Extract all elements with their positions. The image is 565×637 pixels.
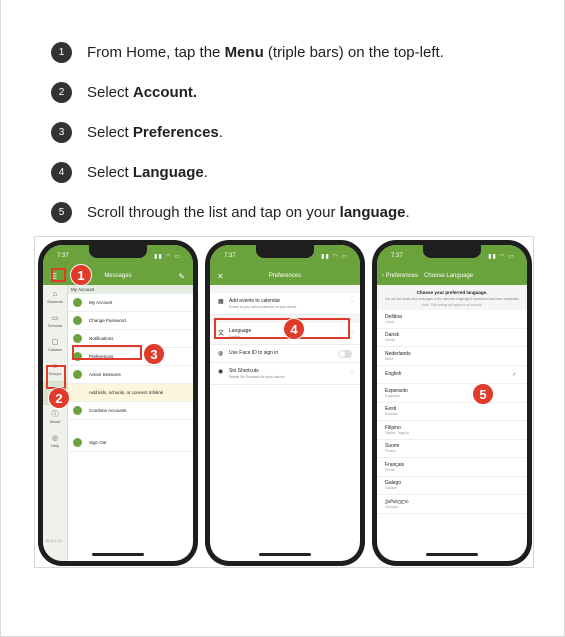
language-item[interactable]: Français French bbox=[377, 458, 527, 477]
face-id-toggle[interactable] bbox=[338, 350, 352, 358]
nav-bar: ‹ Preferences Choose Language bbox=[377, 267, 527, 285]
step-number: 1 bbox=[51, 41, 72, 63]
add-kids-banner[interactable]: Add kids, schools, or connect Infolink bbox=[68, 384, 193, 402]
step-text: Select Language. bbox=[87, 163, 208, 181]
home-indicator bbox=[259, 553, 311, 556]
status-time: 7:37 bbox=[224, 253, 236, 259]
step-text: Scroll through the list and tap on your … bbox=[87, 203, 410, 221]
status-time: 7:37 bbox=[57, 253, 69, 259]
step-text: Select Preferences. bbox=[87, 123, 223, 141]
sidebar-item-help[interactable]: ◎ Help bbox=[43, 429, 67, 453]
sidebar-item-classes[interactable]: ▢ Classes bbox=[43, 333, 67, 357]
highlight-language bbox=[214, 318, 350, 339]
status-time: 7:37 bbox=[391, 253, 403, 259]
face-id-icon: ◍ bbox=[218, 351, 224, 357]
step-2: 2 Select Account. bbox=[51, 72, 531, 112]
step-list: 1 From Home, tap the Menu (triple bars) … bbox=[51, 32, 531, 232]
phone-preferences-screen: 7:37 ▮▮ ◠ ▭ ✕ Preferences ▦ Add events t… bbox=[205, 240, 365, 566]
account-menu: My Account My Account Change Password No… bbox=[68, 285, 193, 561]
menu-item-my-account[interactable]: My Account bbox=[68, 294, 193, 312]
chevron-right-icon: › bbox=[351, 329, 353, 335]
nav-title: Choose Language bbox=[424, 273, 474, 279]
sidebar-item-schools[interactable]: ▭ Schools bbox=[43, 309, 67, 333]
siri-icon: ◉ bbox=[218, 369, 224, 375]
menu-item-sign-out[interactable]: Sign Out bbox=[68, 434, 193, 452]
sidebar-item-students[interactable]: ⌂ Students bbox=[43, 285, 67, 309]
language-item[interactable]: Galego Galician bbox=[377, 477, 527, 495]
calendar-icon: ▦ bbox=[218, 299, 224, 305]
close-icon[interactable]: ✕ bbox=[217, 272, 224, 281]
signal-icon: ▮▮ ◠ ▭ bbox=[488, 253, 515, 260]
step-3: 3 Select Preferences. bbox=[51, 112, 531, 152]
step-number: 4 bbox=[51, 161, 72, 183]
pref-row-face-id[interactable]: ◍ Use Face ID to sign in bbox=[210, 345, 360, 363]
callout-badge-5: 5 bbox=[472, 383, 494, 405]
language-item-selected[interactable]: English ✓ bbox=[377, 366, 527, 384]
phone-language-screen: 7:37 ▮▮ ◠ ▭ ‹ Preferences Choose Languag… bbox=[372, 240, 532, 566]
sessions-icon bbox=[73, 370, 82, 379]
callout-badge-1: 1 bbox=[70, 264, 92, 286]
highlight-preferences bbox=[72, 345, 142, 360]
phone-menu-screen: 7:37 ▮▮ ◠ ▭ ☰ Messages ✎ ⌂ Students ▭ Scho… bbox=[38, 240, 198, 566]
pref-row-siri[interactable]: ◉ Siri Shortcuts Enable Siri Shortcuts fo… bbox=[210, 363, 360, 385]
nav-title: Preferences bbox=[268, 273, 302, 279]
screenshot-figure: 7:37 ▮▮ ◠ ▭ ☰ Messages ✎ ⌂ Students ▭ Scho… bbox=[34, 236, 534, 568]
highlight-account bbox=[46, 365, 66, 389]
classes-icon: ▢ bbox=[51, 338, 59, 346]
help-article: 1 From Home, tap the Menu (triple bars) … bbox=[0, 0, 565, 637]
language-item[interactable]: ქართული Georgian bbox=[377, 495, 527, 514]
schools-icon: ▭ bbox=[51, 314, 59, 322]
signal-icon: ▮▮ ◠ ▭ bbox=[154, 253, 181, 260]
step-1: 1 From Home, tap the Menu (triple bars) … bbox=[51, 32, 531, 72]
language-item[interactable]: Eesti Estonian bbox=[377, 403, 527, 421]
chevron-left-icon: ‹ bbox=[382, 273, 384, 279]
back-button[interactable]: ‹ Preferences bbox=[382, 273, 418, 279]
signal-icon: ▮▮ ◠ ▭ bbox=[321, 253, 348, 260]
combine-icon bbox=[73, 406, 82, 415]
password-icon bbox=[73, 316, 82, 325]
home-indicator bbox=[426, 553, 478, 556]
step-4: 4 Select Language. bbox=[51, 152, 531, 192]
step-text: Select Account. bbox=[87, 83, 198, 101]
callout-badge-2: 2 bbox=[48, 387, 70, 409]
notifications-icon bbox=[73, 334, 82, 343]
compose-icon[interactable]: ✎ bbox=[178, 272, 185, 281]
about-icon: ⓘ bbox=[51, 410, 59, 418]
my-account-icon bbox=[73, 298, 82, 307]
nav-title: Messages bbox=[104, 273, 132, 279]
step-text: From Home, tap the Menu (triple bars) on… bbox=[87, 43, 444, 61]
menu-header: My Account bbox=[68, 285, 193, 294]
callout-badge-4: 4 bbox=[283, 318, 305, 340]
menu-item-combine-accounts[interactable]: Combine Accounts bbox=[68, 402, 193, 420]
language-item[interactable]: Suomi Finnish bbox=[377, 440, 527, 458]
nav-bar: ✕ Preferences bbox=[210, 267, 360, 285]
help-icon: ◎ bbox=[51, 434, 59, 442]
home-indicator bbox=[92, 553, 144, 556]
menu-item-change-password[interactable]: Change Password bbox=[68, 312, 193, 330]
language-list: Deština Czech Dansk Danish Nederlands Dutch… bbox=[377, 310, 527, 514]
sidebar: ⌂Students ▭Schools ▢Classes ☺Groups ☺Acc… bbox=[43, 285, 68, 561]
students-icon: ⌂ bbox=[52, 290, 58, 298]
checkmark-icon: ✓ bbox=[511, 371, 517, 378]
sidebar-item-about[interactable]: ⓘ About bbox=[43, 405, 67, 429]
language-item[interactable]: Nederlands Dutch bbox=[377, 347, 527, 366]
step-5: 5 Scroll through the list and tap on you… bbox=[51, 192, 531, 232]
step-number: 2 bbox=[51, 81, 72, 103]
language-header: Choose your preferred language. You will… bbox=[377, 285, 527, 310]
version-label: v8.33.1 (1) bbox=[45, 539, 62, 543]
pref-row-calendar[interactable]: ▦ Add events to calendar Events to your s… bbox=[210, 293, 360, 315]
language-item[interactable]: Deština Czech bbox=[377, 310, 527, 329]
chevron-right-icon: › bbox=[351, 299, 353, 305]
language-item[interactable]: Filipino Filipino, Tagalog bbox=[377, 421, 527, 440]
step-number: 3 bbox=[51, 121, 72, 143]
highlight-menu bbox=[51, 268, 66, 282]
language-item[interactable]: Esperanto Esperanto bbox=[377, 384, 527, 403]
menu-item-active-sessions[interactable]: Active Sessions bbox=[68, 366, 193, 384]
sign-out-icon bbox=[73, 438, 82, 447]
step-number: 5 bbox=[51, 201, 72, 223]
language-item[interactable]: Dansk Danish bbox=[377, 329, 527, 347]
chevron-right-icon: › bbox=[351, 369, 353, 375]
callout-badge-3: 3 bbox=[143, 343, 165, 365]
